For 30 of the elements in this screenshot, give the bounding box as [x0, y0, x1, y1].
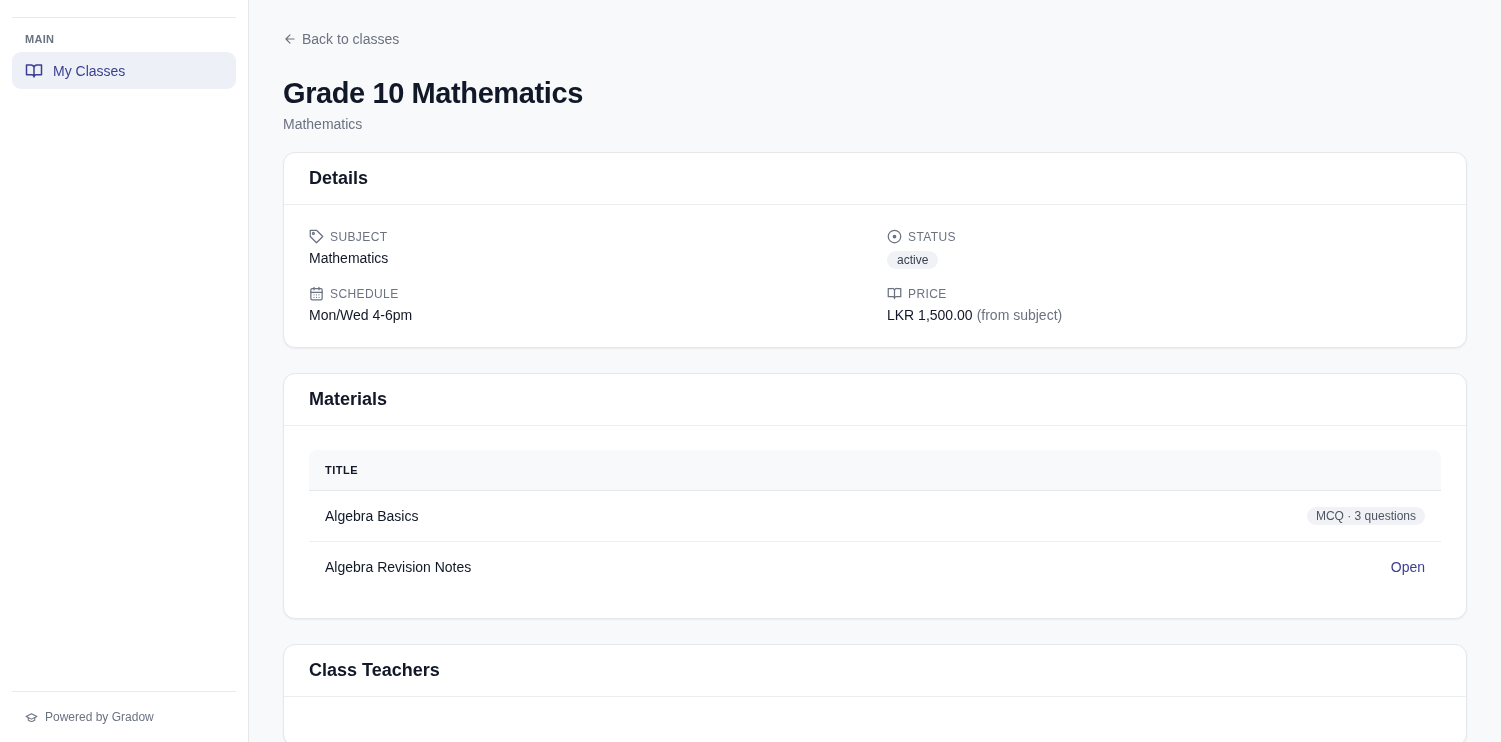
graduation-cap-icon — [25, 710, 38, 724]
material-title: Algebra Basics — [325, 508, 419, 524]
field-value: LKR 1,500.00 — [887, 307, 973, 323]
card-title: Class Teachers — [284, 645, 1466, 697]
field-label: SCHEDULE — [330, 286, 399, 301]
section-label: MAIN — [24, 33, 56, 47]
material-type-badge: MCQ · 3 questions — [1306, 507, 1425, 525]
field-note: (from subject) — [976, 307, 1063, 323]
status-badge: active — [887, 251, 939, 269]
nav-item[interactable]: My Classes — [12, 52, 236, 89]
page-subtitle: Mathematics — [283, 116, 364, 132]
field-label: SUBJECT — [330, 229, 388, 244]
card-title: Materials — [284, 374, 1466, 426]
open-link[interactable]: Open — [1390, 559, 1425, 575]
field-label: STATUS — [908, 229, 956, 244]
circle-dot-icon — [887, 229, 902, 244]
arrow-left-icon — [283, 32, 297, 46]
column-header: TITLE — [325, 464, 359, 476]
page-title: Grade 10 Mathematics — [283, 77, 584, 110]
card-title: Details — [284, 153, 1466, 205]
field-label: PRICE — [908, 286, 947, 301]
book-icon — [887, 286, 902, 301]
book-icon — [25, 61, 43, 80]
field-value: Mon/Wed 4-6pm — [309, 307, 413, 323]
powered-by-text: Powered by Gradow — [45, 710, 154, 724]
tag-icon — [309, 229, 324, 244]
calendar-icon — [309, 286, 324, 301]
back-link[interactable]: Back to classes — [283, 31, 400, 47]
material-title: Algebra Revision Notes — [325, 559, 472, 575]
field-value: Mathematics — [309, 250, 389, 266]
